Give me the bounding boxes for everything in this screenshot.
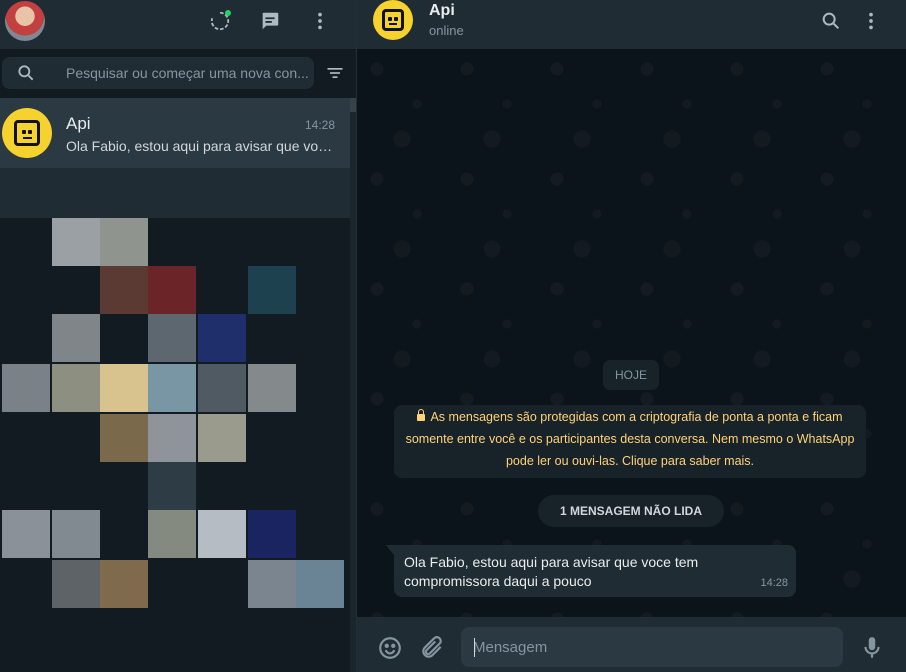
search-box[interactable]	[2, 57, 314, 89]
chat-avatar	[2, 108, 52, 158]
mic-icon[interactable]	[859, 635, 885, 661]
date-separator: HOJE	[603, 360, 660, 390]
status-icon[interactable]	[207, 8, 233, 34]
search-row	[0, 49, 356, 97]
contact-name: Api	[429, 2, 455, 19]
lock-icon	[417, 409, 426, 421]
blurred-content	[0, 218, 350, 618]
contact-avatar[interactable]	[373, 0, 413, 40]
message-text: Ola Fabio, estou aqui para avisar que vo…	[404, 554, 699, 589]
conversation-pane: Api online HOJE As mensagens são protegi…	[357, 0, 906, 672]
encryption-notice-text: As mensagens são protegidas com a cripto…	[405, 410, 855, 468]
robot-face-icon	[14, 120, 40, 146]
message-tail	[386, 545, 394, 555]
chat-time: 14:28	[304, 118, 335, 132]
attach-icon[interactable]	[419, 635, 445, 661]
chat-name: Api	[66, 114, 91, 133]
whatsapp-window: Api 14:28 Ola Fabio, estou aqui para avi…	[0, 0, 906, 672]
message-input[interactable]	[461, 627, 843, 667]
text-cursor	[474, 638, 475, 657]
left-header	[0, 0, 356, 49]
chat-list-item[interactable]: Api 14:28 Ola Fabio, estou aqui para avi…	[0, 98, 350, 168]
menu-icon[interactable]	[860, 10, 882, 32]
encryption-notice[interactable]: As mensagens são protegidas com a cripto…	[394, 405, 866, 478]
chat-list-item-blurred[interactable]	[0, 168, 350, 218]
incoming-message[interactable]: Ola Fabio, estou aqui para avisar que vo…	[394, 545, 796, 597]
menu-icon[interactable]	[307, 8, 333, 34]
scrollbar-thumb[interactable]	[350, 98, 356, 112]
new-chat-icon[interactable]	[257, 8, 283, 34]
message-composer	[357, 617, 906, 672]
contact-status: online	[429, 23, 464, 38]
search-icon	[18, 65, 34, 81]
chat-list-pane: Api 14:28 Ola Fabio, estou aqui para avi…	[0, 0, 357, 672]
chat-preview: Ola Fabio, estou aqui para avisar que vo…	[66, 138, 336, 154]
message-time: 14:28	[760, 577, 788, 589]
search-input[interactable]	[66, 57, 310, 89]
status-dot	[225, 10, 231, 16]
search-icon[interactable]	[820, 10, 842, 32]
filter-icon[interactable]	[325, 63, 345, 83]
unread-separator: 1 MENSAGEM NÃO LIDA	[538, 495, 725, 527]
conversation-header[interactable]: Api online	[357, 0, 906, 49]
chat-list-scrollbar[interactable]	[350, 98, 356, 672]
my-avatar[interactable]	[5, 1, 45, 41]
emoji-icon[interactable]	[377, 635, 403, 661]
chat-wallpaper	[357, 49, 906, 617]
robot-face-icon	[382, 9, 404, 31]
